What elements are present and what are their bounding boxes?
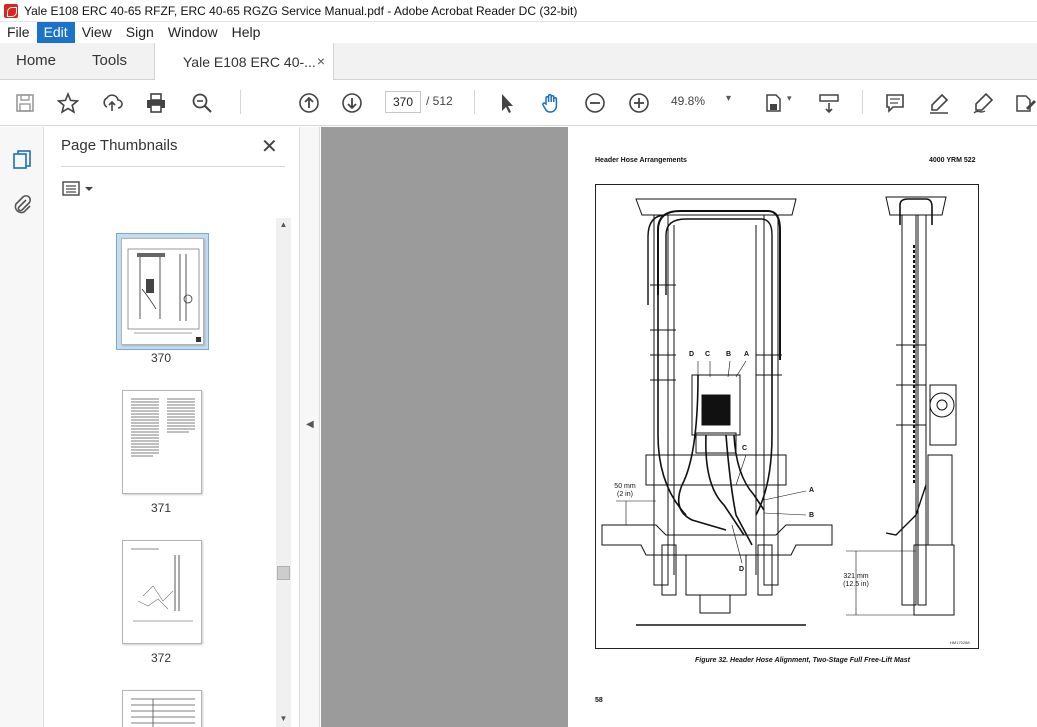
toolbar-separator	[862, 90, 863, 114]
toolbar-separator	[240, 90, 241, 114]
thumbnails-panel: Page Thumbnails ✕ 370 371 372	[45, 127, 299, 727]
zoom-dropdown-icon[interactable]: ▾	[726, 93, 731, 104]
divider	[61, 166, 285, 167]
sign-icon[interactable]	[972, 92, 994, 114]
dimension-50mm-metric: 50 mm	[614, 483, 636, 490]
dimension-50mm: 50 mm (2 in)	[610, 483, 640, 499]
thumbnail-label-370: 370	[150, 351, 172, 365]
close-tab-icon[interactable]: ×	[317, 53, 325, 69]
window-title: Yale E108 ERC 40-65 RFZF, ERC 40-65 RGZG…	[24, 3, 578, 18]
page-number-input[interactable]: 370	[385, 91, 421, 113]
page-thumbnails-icon[interactable]	[11, 148, 33, 170]
menu-bar: File Edit View Sign Window Help	[0, 22, 1037, 43]
panel-title: Page Thumbnails	[61, 137, 178, 154]
scroll-up-icon[interactable]: ▲	[276, 218, 291, 232]
menu-file[interactable]: File	[0, 22, 37, 43]
dimension-50mm-imperial: (2 in)	[617, 491, 633, 498]
title-bar: Yale E108 ERC 40-65 RFZF, ERC 40-65 RGZG…	[0, 0, 1037, 22]
thumbnail-page-370[interactable]	[121, 238, 204, 345]
tab-document[interactable]: Yale E108 ERC 40-... ×	[154, 43, 334, 80]
scroll-mode-icon[interactable]	[818, 92, 840, 114]
scroll-down-icon[interactable]: ▼	[276, 712, 291, 726]
figure-drawing: D C B A C A B D 50 mm (2 in) 321 mm (12.…	[595, 184, 979, 649]
save-icon[interactable]	[14, 92, 36, 114]
page-display-icon[interactable]	[763, 92, 785, 114]
thumbnail-scrollbar[interactable]: ▲ ▼	[276, 218, 291, 727]
menu-window[interactable]: Window	[161, 22, 225, 43]
upload-icon[interactable]	[101, 92, 123, 114]
thumbnail-page-372[interactable]	[122, 540, 202, 644]
mast-drawing	[601, 196, 957, 626]
attachment-icon[interactable]	[11, 193, 33, 215]
page-display-caret-icon[interactable]: ▾	[787, 93, 792, 104]
bookmark-star-icon[interactable]	[57, 92, 79, 114]
zoom-out-icon[interactable]	[584, 92, 606, 114]
dimension-321mm-imperial: (12.5 in)	[843, 581, 869, 588]
menu-edit[interactable]: Edit	[36, 22, 75, 43]
callout-d-lower: D	[739, 566, 745, 573]
menu-view[interactable]: View	[75, 22, 119, 43]
callout-a: A	[744, 351, 750, 358]
document-view[interactable]: Header Hose Arrangements 4000 YRM 522 D …	[321, 127, 1037, 727]
tab-document-label: Yale E108 ERC 40-...	[183, 53, 316, 70]
page-number-footer: 58	[595, 697, 603, 704]
edit-icon[interactable]	[1014, 92, 1036, 114]
tab-bar: Home Tools Yale E108 ERC 40-... ×	[0, 43, 1037, 80]
page-header-code: 4000 YRM 522	[929, 157, 976, 164]
hand-icon[interactable]	[540, 92, 562, 114]
figure-caption: Figure 32. Header Hose Alignment, Two-St…	[695, 657, 910, 664]
collapse-left-icon[interactable]: ◀	[306, 419, 314, 430]
menu-help[interactable]: Help	[225, 22, 268, 43]
toolbar: ▾	[0, 80, 1037, 126]
pdf-page: Header Hose Arrangements 4000 YRM 522 D …	[568, 127, 1037, 727]
tab-tools[interactable]: Tools	[72, 43, 143, 79]
toolbar-separator	[474, 90, 475, 114]
zoom-in-icon[interactable]	[628, 92, 650, 114]
left-rail	[0, 127, 44, 727]
callout-b: B	[726, 351, 732, 358]
find-zoom-icon[interactable]	[191, 92, 213, 114]
drawing-id: HM170288	[950, 640, 970, 645]
callout-b-right: B	[809, 512, 815, 519]
menu-sign[interactable]: Sign	[119, 22, 161, 43]
thumbnail-options-icon[interactable]	[62, 180, 96, 198]
callout-c: C	[705, 351, 711, 358]
page-up-icon[interactable]	[298, 92, 320, 114]
callout-d: D	[689, 351, 695, 358]
panel-collapse-handle[interactable]: ◀	[299, 127, 320, 727]
callout-a-right: A	[809, 487, 815, 494]
acrobat-logo-icon	[4, 3, 18, 18]
thumbnail-label-371: 371	[150, 501, 172, 515]
dimension-321mm: 321 mm (12.5 in)	[836, 573, 876, 589]
page-header-title: Header Hose Arrangements	[595, 157, 687, 164]
callout-c-lower: C	[742, 445, 748, 452]
thumbnail-page-371[interactable]	[122, 390, 202, 494]
close-panel-icon[interactable]: ✕	[261, 134, 278, 159]
highlight-icon[interactable]	[928, 92, 950, 114]
thumbnail-page-373[interactable]	[122, 690, 202, 727]
zoom-level-select[interactable]: 49.8%	[671, 94, 721, 108]
comment-icon[interactable]	[884, 92, 906, 114]
thumbnail-label-372: 372	[150, 651, 172, 665]
print-icon[interactable]	[145, 92, 167, 114]
tab-home[interactable]: Home	[0, 43, 72, 79]
dimension-321mm-metric: 321 mm	[843, 573, 869, 580]
scroll-thumb[interactable]	[277, 566, 290, 580]
select-arrow-icon[interactable]	[496, 92, 518, 114]
page-down-icon[interactable]	[341, 92, 363, 114]
page-total: / 512	[426, 94, 453, 108]
